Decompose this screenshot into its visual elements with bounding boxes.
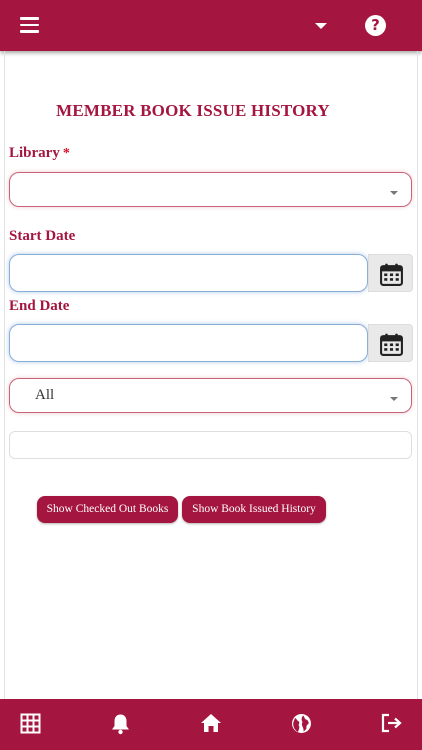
bell-icon[interactable] xyxy=(111,713,130,735)
start-date-label: Start Date xyxy=(9,228,76,244)
bottom-nav-bar xyxy=(0,699,422,750)
calendar-icon xyxy=(380,333,403,356)
start-date-input[interactable] xyxy=(9,254,368,292)
grid-icon[interactable] xyxy=(20,713,41,734)
end-date-input[interactable] xyxy=(9,324,368,362)
show-book-issued-history-button[interactable]: Show Book Issued History xyxy=(182,496,326,523)
help-icon[interactable]: ? xyxy=(365,15,386,36)
show-checked-out-books-button[interactable]: Show Checked Out Books xyxy=(37,496,178,523)
calendar-icon xyxy=(380,263,403,286)
end-date-label: End Date xyxy=(9,298,70,314)
chevron-down-icon xyxy=(390,397,398,401)
chevron-down-icon xyxy=(390,191,398,195)
page-title: MEMBER BOOK ISSUE HISTORY xyxy=(56,101,330,120)
results-box xyxy=(9,431,412,459)
end-date-calendar-button[interactable] xyxy=(368,324,413,362)
top-app-bar: ? xyxy=(0,0,422,51)
home-icon[interactable] xyxy=(200,713,222,733)
status-filter-value: All xyxy=(35,387,55,403)
globe-icon[interactable] xyxy=(291,713,312,734)
status-filter-select[interactable]: All xyxy=(9,378,412,413)
hamburger-menu-icon[interactable] xyxy=(20,17,39,33)
library-label-text: Library xyxy=(9,145,60,161)
start-date-calendar-button[interactable] xyxy=(368,254,413,292)
library-label: Library * xyxy=(9,145,70,162)
caret-down-icon[interactable] xyxy=(315,23,327,29)
logout-icon[interactable] xyxy=(381,713,403,733)
required-asterisk: * xyxy=(62,146,70,161)
library-select[interactable] xyxy=(9,172,412,207)
